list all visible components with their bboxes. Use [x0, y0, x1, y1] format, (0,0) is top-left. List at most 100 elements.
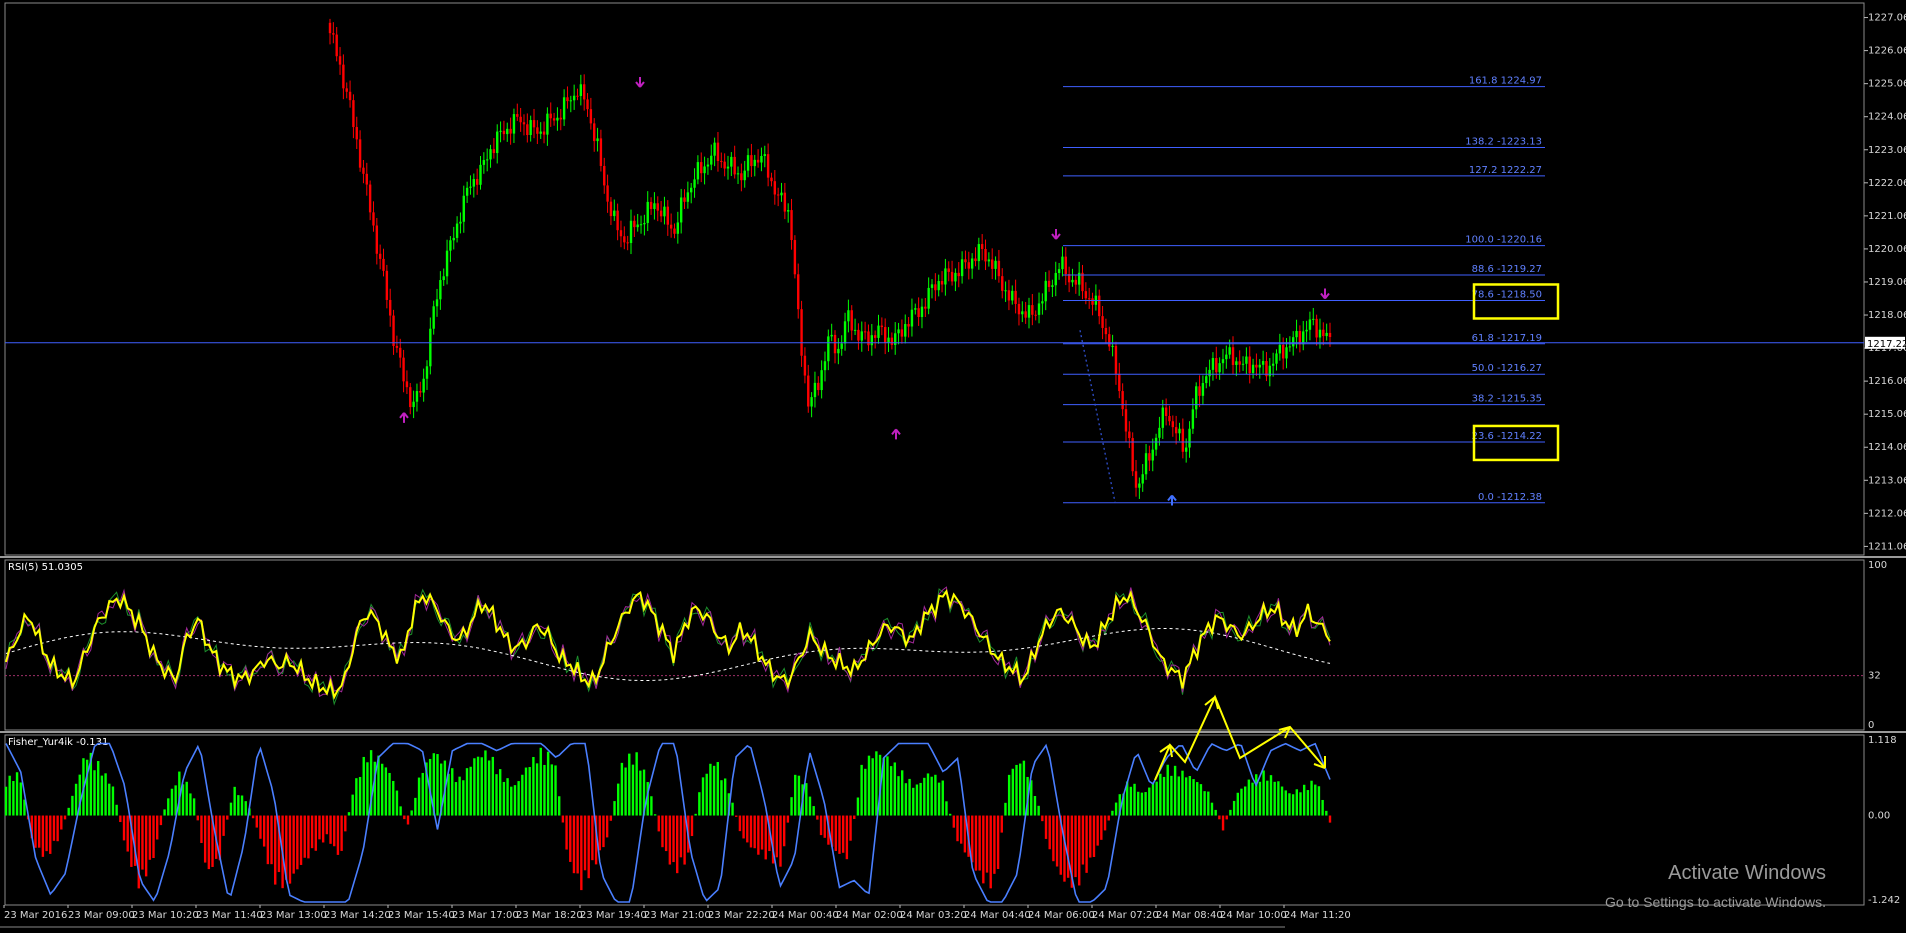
fisher-bar [620, 762, 624, 816]
fisher-bar [786, 815, 790, 823]
fisher-bar [229, 802, 233, 816]
price-series [328, 18, 1332, 499]
candle-body [355, 127, 358, 140]
fisher-bar [819, 815, 823, 836]
fisher-bar [49, 815, 52, 854]
fisher-bar [303, 815, 306, 858]
fisher-bar [653, 814, 657, 816]
fisher-bar [115, 804, 118, 816]
candle-body [616, 210, 619, 231]
fisher-bar [1317, 786, 1321, 816]
fisher-bar [701, 777, 705, 816]
fisher-bar [1255, 774, 1258, 816]
candle-body [1101, 316, 1104, 328]
candle-body [335, 34, 338, 57]
candle-body [793, 240, 797, 275]
candle-body [1011, 290, 1014, 301]
price-axis-label: 1227.06 [1868, 13, 1906, 24]
candle-body [385, 270, 389, 300]
candle-body [1128, 431, 1131, 439]
fisher-bar [8, 775, 11, 816]
fisher-bar [1273, 781, 1276, 816]
candle-body [663, 206, 666, 217]
fisher-bar [1133, 783, 1136, 816]
fib-level-label: 78.6 -1218.50 [1472, 289, 1542, 300]
fisher-bar [1199, 784, 1203, 816]
fisher-bar [141, 815, 144, 870]
candle-body [736, 173, 740, 175]
candle-body [1188, 428, 1191, 448]
fisher-bar [709, 763, 712, 816]
fisher-bar [1218, 815, 1221, 820]
watermark-subtitle: Go to Settings to activate Windows. [1605, 894, 1826, 910]
fisher-bar [1140, 792, 1144, 816]
fisher-bar [1214, 809, 1217, 816]
time-axis-label: 23 Mar 17:00 [452, 910, 519, 921]
fisher-bar [384, 767, 388, 816]
candle-body [917, 308, 920, 317]
candle-body [599, 138, 603, 166]
fisher-bar [119, 815, 122, 823]
candle-body [1001, 276, 1004, 291]
fisher-bar [812, 806, 815, 816]
fisher-bar [436, 754, 439, 816]
candle-body [1057, 269, 1061, 273]
fisher-bar [794, 774, 797, 816]
candle-body [783, 192, 787, 212]
candle-body [1281, 344, 1285, 359]
fisher-bar [399, 806, 402, 816]
fisher-bar [900, 770, 904, 816]
rsi-line [5, 589, 1331, 700]
candle-body [526, 124, 529, 136]
fisher-bar [598, 815, 601, 851]
price-axis-label: 1220.06 [1868, 244, 1906, 255]
rsi-axis-label: 0 [1868, 720, 1874, 731]
fisher-bar [167, 798, 170, 816]
candle-body [562, 97, 566, 120]
fisher-bar [1007, 774, 1011, 816]
fisher-bar [244, 801, 247, 816]
fisher-bar [447, 773, 450, 816]
time-axis-label: 24 Mar 11:20 [1284, 910, 1351, 921]
candle-body [1054, 272, 1057, 286]
fisher-bar [1166, 764, 1169, 816]
candle-body [843, 321, 847, 344]
fisher-bar [1184, 777, 1188, 816]
candle-body [1181, 428, 1185, 452]
candle-body [596, 138, 599, 142]
candle-body [439, 280, 442, 300]
candle-body [435, 299, 439, 307]
fisher-bar [915, 784, 919, 816]
fisher-bar [532, 756, 535, 816]
fisher-bar [347, 812, 351, 816]
rsi-axis-label: 100 [1868, 560, 1887, 571]
fisher-bar [650, 796, 653, 816]
fisher-bar [1277, 781, 1280, 816]
candle-body [1292, 337, 1295, 347]
candle-body [496, 131, 499, 154]
fisher-bar [340, 815, 343, 851]
fisher-bar [469, 766, 472, 816]
fisher-bar [325, 815, 329, 835]
fisher-bar [1236, 792, 1239, 816]
candle-body [827, 336, 830, 362]
candle-body [332, 33, 335, 35]
fisher-bar [1247, 779, 1251, 816]
fisher-bar [451, 768, 454, 816]
candle-body [375, 225, 379, 254]
candle-body [516, 114, 519, 117]
fisher-bar [465, 768, 469, 816]
fisher-bar [572, 815, 576, 874]
price-axis-label: 1226.06 [1868, 46, 1906, 57]
candle-body [987, 259, 991, 262]
candle-body [746, 155, 750, 171]
candle-body [679, 197, 683, 223]
candle-body [1091, 298, 1094, 305]
time-axis-label: 23 Mar 15:40 [388, 910, 455, 921]
candle-body [1168, 416, 1171, 422]
fisher-bar [993, 815, 996, 874]
candle-body [479, 164, 482, 185]
fisher-bar [591, 815, 594, 861]
fisher-bar [1129, 786, 1133, 816]
candle-body [676, 222, 680, 234]
